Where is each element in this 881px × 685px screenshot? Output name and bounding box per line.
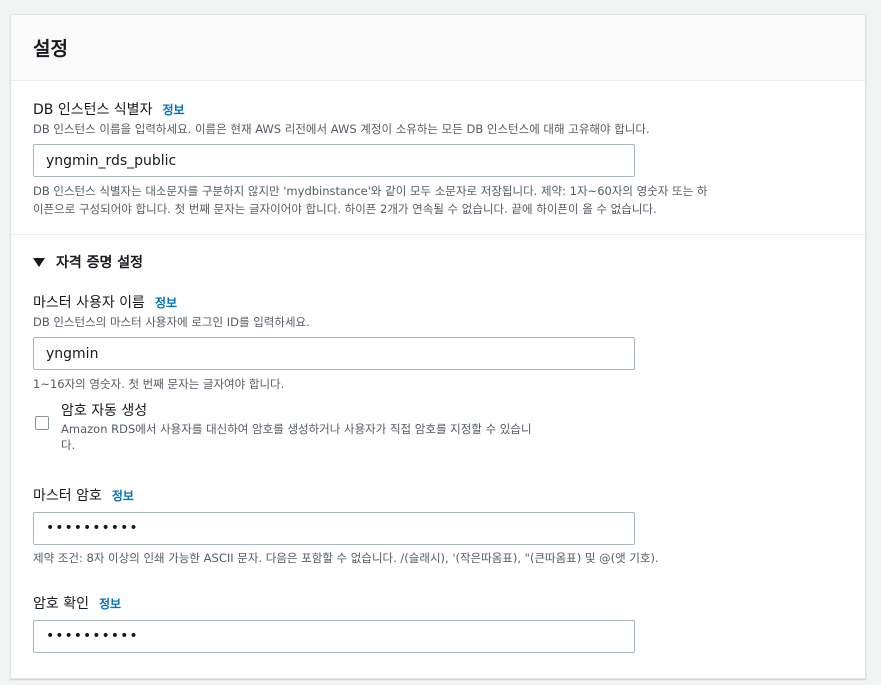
auto-generate-description-line2: 다. <box>61 438 76 452</box>
confirm-password-label: 암호 확인 <box>33 596 89 612</box>
master-password-input[interactable]: •••••••••• <box>33 512 635 545</box>
identifier-label-row: DB 인스턴스 식별자 정보 <box>33 99 185 119</box>
identifier-constraint-line1: DB 인스턴스 식별자는 대소문자를 구분하지 않지만 'mydbinstanc… <box>33 184 708 198</box>
identifier-constraint-line2: 이픈으로 구성되어야 합니다. 첫 번째 문자는 글자이어야 합니다. 하이픈 … <box>33 202 657 216</box>
panel-title: 설정 <box>33 38 68 60</box>
master-username-label-row: 마스터 사용자 이름 정보 <box>33 292 177 312</box>
master-username-info-link[interactable]: 정보 <box>155 296 177 310</box>
master-username-constraint: 1~16자의 영숫자. 첫 번째 문자는 글자여야 합니다. <box>33 377 285 391</box>
master-password-label-row: 마스터 암호 정보 <box>33 485 134 505</box>
identifier-description: DB 인스턴스 이름을 입력하세요. 이름은 현재 AWS 리전에서 AWS 계… <box>33 122 650 136</box>
master-username-description: DB 인스턴스의 마스터 사용자에 로그인 ID를 입력하세요. <box>33 315 310 329</box>
identifier-label: DB 인스턴스 식별자 <box>33 102 153 118</box>
caret-down-icon[interactable] <box>33 258 45 267</box>
credentials-section-toggle[interactable]: 자격 증명 설정 <box>56 252 143 272</box>
master-password-info-link[interactable]: 정보 <box>112 489 134 503</box>
confirm-password-info-link[interactable]: 정보 <box>99 597 121 611</box>
auto-generate-label: 암호 자동 생성 <box>61 403 148 419</box>
auto-generate-description-line1: Amazon RDS에서 사용자를 대신하여 암호를 생성하거나 사용자가 직접… <box>61 422 532 436</box>
master-password-constraint: 제약 조건: 8자 이상의 인쇄 가능한 ASCII 문자. 다음은 포함할 수… <box>33 551 659 565</box>
master-password-label: 마스터 암호 <box>33 488 102 504</box>
settings-panel: 설정 DB 인스턴스 식별자 정보 DB 인스턴스 이름을 입력하세요. 이름은 … <box>10 14 866 679</box>
identifier-input[interactable] <box>33 144 635 177</box>
confirm-password-input[interactable]: •••••••••• <box>33 620 635 653</box>
section-divider <box>11 234 865 235</box>
confirm-password-label-row: 암호 확인 정보 <box>33 593 121 613</box>
auto-generate-checkbox[interactable] <box>35 416 49 430</box>
master-username-input[interactable] <box>33 337 635 370</box>
master-username-label: 마스터 사용자 이름 <box>33 295 145 311</box>
panel-header: 설정 <box>11 15 865 81</box>
identifier-info-link[interactable]: 정보 <box>162 103 184 117</box>
